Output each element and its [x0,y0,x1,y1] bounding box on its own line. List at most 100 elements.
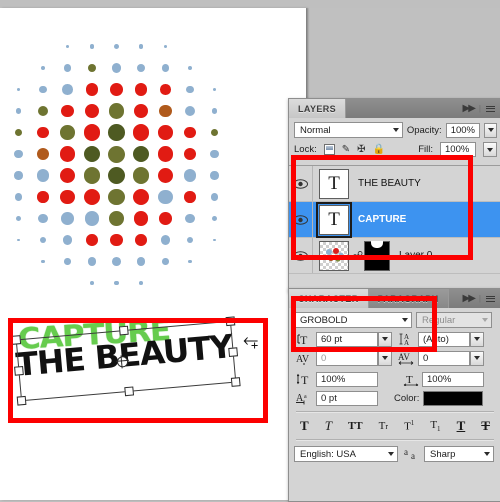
opacity-input[interactable]: 100% [445,122,481,138]
tracking-stepper[interactable] [470,350,484,366]
subscript-button[interactable]: T1 [430,419,440,433]
font-family-select[interactable]: GROBOLD [294,312,412,328]
transform-handle[interactable] [16,395,27,406]
halftone-dot [83,188,100,205]
faux-bold-button[interactable]: T [300,418,309,434]
layer-thumbnail[interactable]: T [319,168,349,199]
antialias-value: Sharp [430,448,456,460]
strikethrough-button[interactable]: T [481,418,490,434]
lock-position-icon[interactable]: ✠ [357,144,365,155]
kerning-stepper[interactable] [378,350,392,366]
layer-visibility-toggle[interactable] [289,166,313,201]
lock-transparent-pixels-icon[interactable] [323,144,335,155]
size-leading-row: T 60 pt AA (Auto) [294,331,496,347]
halftone-dot [87,63,97,73]
vertical-scale-input[interactable]: 100% [316,371,378,387]
double-chevron-right-icon[interactable]: ▶▶ [463,293,476,304]
font-style-value: Regular [422,314,456,326]
halftone-dot [83,124,101,141]
halftone-dot [158,189,173,205]
eye-icon[interactable] [293,250,308,261]
small-caps-button[interactable]: Tr [379,420,388,432]
chevron-down-icon[interactable] [388,452,394,456]
halftone-dot [39,236,47,244]
tracking-icon: AV [396,350,418,366]
panel-menu-icon[interactable] [486,105,495,112]
lock-all-icon[interactable]: 🔒 [373,144,385,155]
fill-stepper[interactable] [483,142,497,157]
leading-stepper[interactable] [470,331,484,347]
blend-mode-select[interactable]: Normal [294,122,403,138]
halftone-dot [59,167,76,184]
halftone-dot [38,213,48,224]
halftone-dot [210,193,219,201]
layer-list[interactable]: T THE BEAUTY T CAPTURE ☍ Layer 0 [289,165,500,291]
layer-name[interactable]: Layer 0 [390,250,432,261]
kerning-input[interactable]: 0 [316,350,378,366]
chevron-down-icon[interactable] [482,318,488,322]
font-size-stepper[interactable] [378,331,392,347]
panel-divider [296,439,494,441]
layer-name[interactable]: THE BEAUTY [349,178,421,189]
halftone-dot [161,64,170,72]
transform-handle[interactable] [124,386,135,397]
table-row[interactable]: T CAPTURE [289,201,500,238]
antialias-select[interactable]: Sharp [424,446,494,462]
link-icon[interactable]: ☍ [352,249,363,262]
opacity-stepper[interactable] [484,122,497,138]
vertical-scale-icon: T [294,371,316,387]
superscript-button[interactable]: T1 [404,419,414,433]
chevron-down-icon[interactable] [484,452,490,456]
underline-button[interactable]: T [457,418,466,434]
fill-input[interactable]: 100% [440,142,476,157]
halftone-dot [84,211,100,226]
blend-mode-value: Normal [300,124,331,136]
faux-italic-button[interactable]: T [325,418,332,434]
layer-thumbnail[interactable]: T [316,201,352,238]
halftone-dot [136,63,146,73]
transform-handle[interactable] [118,325,129,336]
transform-center-point[interactable] [116,355,129,368]
table-row[interactable]: T THE BEAUTY [289,166,500,202]
transform-handle[interactable] [14,365,24,376]
layer-visibility-toggle[interactable] [289,238,313,273]
tab-character[interactable]: CHARACTER [289,289,369,308]
transform-handle[interactable] [225,316,236,327]
font-style-select[interactable]: Regular [416,312,492,328]
font-size-input[interactable]: 60 pt [316,331,378,347]
svg-text:T: T [301,373,309,386]
horizontal-scale-input[interactable]: 100% [422,371,484,387]
halftone-dot [159,104,172,118]
table-row[interactable]: ☍ Layer 0 [289,238,500,274]
halftone-dot [86,234,98,246]
transform-handle[interactable] [228,347,239,358]
transform-handle[interactable] [11,335,22,345]
halftone-dot [16,87,21,92]
leading-input[interactable]: (Auto) [418,331,470,347]
layer-thumbnail[interactable] [319,240,349,271]
transform-handle[interactable] [230,377,241,387]
panel-menu-icon[interactable] [486,295,495,302]
eye-icon[interactable] [293,214,308,225]
tab-paragraph[interactable]: PARAGRAPH [368,289,449,308]
text-color-swatch[interactable] [423,390,484,406]
baseline-shift-input[interactable]: 0 pt [316,390,378,406]
halftone-dot [62,84,73,95]
tab-layers[interactable]: LAYERS [289,99,347,118]
layer-visibility-toggle[interactable] [289,202,313,237]
all-caps-button[interactable]: TT [348,420,363,432]
tracking-input[interactable]: 0 [418,350,470,366]
chevron-down-icon[interactable] [402,318,408,322]
layer-mask-thumbnail[interactable] [364,240,390,271]
lock-row: Lock: ✎ ✠ 🔒 Fill: 100% [289,141,500,160]
halftone-dot [157,167,174,184]
eye-icon[interactable] [293,178,308,189]
document-canvas[interactable]: CAPTURE THE BEAUTY ⥆ [0,8,306,500]
lock-image-pixels-icon[interactable]: ✎ [342,144,350,155]
double-chevron-right-icon[interactable]: ▶▶ [463,103,476,114]
halftone-dot [110,233,123,247]
halftone-dot [132,124,150,141]
language-select[interactable]: English: USA [294,446,398,462]
layer-name[interactable]: CAPTURE [349,214,406,225]
chevron-down-icon[interactable] [392,128,399,132]
